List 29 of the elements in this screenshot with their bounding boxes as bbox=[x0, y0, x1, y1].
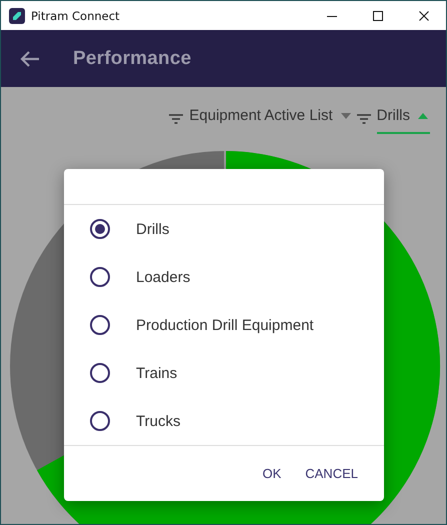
ok-button[interactable]: OK bbox=[252, 458, 292, 489]
option-label: Trucks bbox=[136, 412, 180, 430]
radio-option[interactable]: Trains bbox=[64, 349, 384, 397]
option-label: Trains bbox=[136, 364, 178, 382]
filter-dropdown[interactable]: Equipment Active List bbox=[189, 103, 353, 134]
radio-option[interactable]: Production Drill Equipment bbox=[64, 301, 384, 349]
radio-option[interactable]: Drills bbox=[64, 205, 384, 253]
app-logo-icon bbox=[9, 8, 25, 24]
filter-icon[interactable] bbox=[169, 114, 184, 124]
filter-icon[interactable] bbox=[356, 114, 371, 124]
radio-option[interactable]: Loaders bbox=[64, 253, 384, 301]
option-label: Loaders bbox=[136, 268, 190, 286]
option-label: Drills bbox=[136, 220, 170, 238]
radio-button[interactable] bbox=[90, 315, 110, 335]
radio-button[interactable] bbox=[90, 363, 110, 383]
radio-option[interactable]: Trucks bbox=[64, 397, 384, 445]
radio-button[interactable] bbox=[90, 267, 110, 287]
maximize-icon[interactable] bbox=[372, 10, 384, 22]
close-icon[interactable] bbox=[418, 10, 430, 22]
radio-button[interactable] bbox=[90, 219, 110, 239]
option-label: Production Drill Equipment bbox=[136, 316, 314, 334]
caret-icon bbox=[418, 112, 428, 118]
window-title: Pitram Connect bbox=[31, 8, 120, 22]
page-title: Performance bbox=[73, 48, 192, 70]
back-arrow-icon[interactable] bbox=[20, 50, 40, 68]
cancel-button[interactable]: CANCEL bbox=[295, 458, 368, 489]
caret-icon bbox=[340, 112, 351, 118]
radio-button[interactable] bbox=[90, 411, 110, 431]
filter-dropdown[interactable]: Drills bbox=[376, 103, 430, 134]
